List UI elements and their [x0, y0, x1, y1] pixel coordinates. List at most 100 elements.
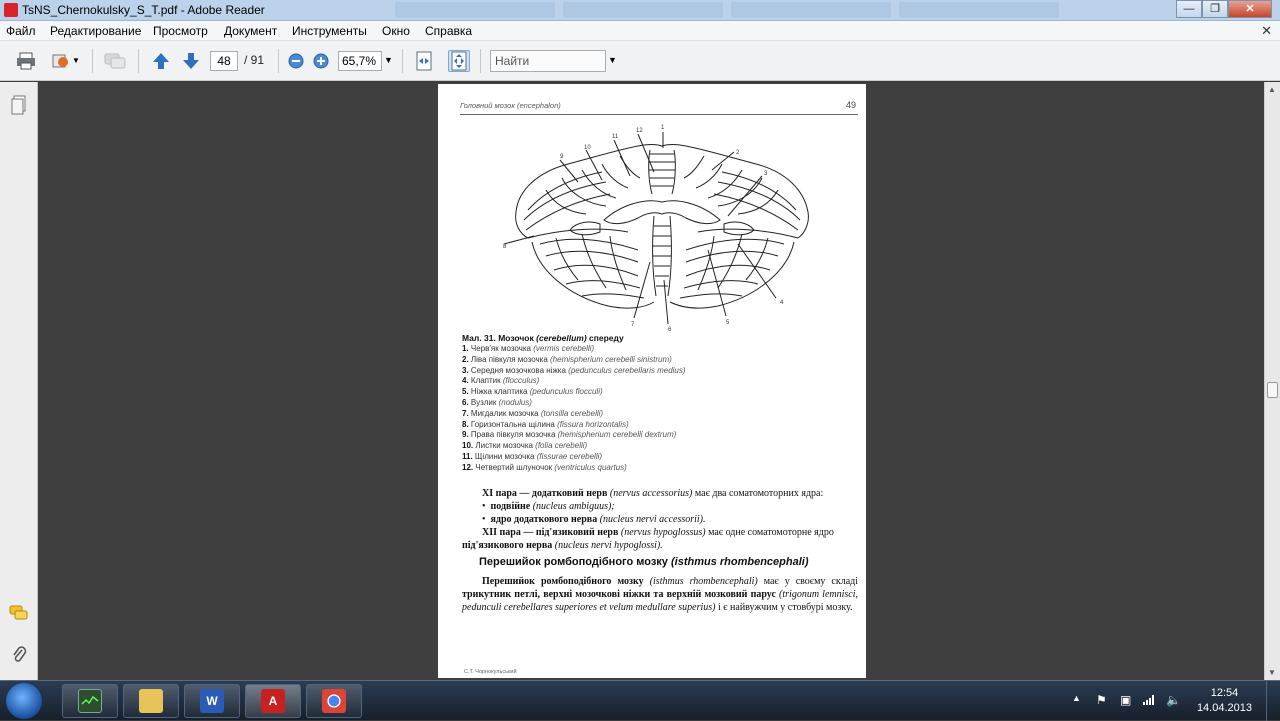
- figure-label-3: 3: [764, 171, 768, 177]
- menu-document[interactable]: Документ: [224, 24, 277, 38]
- page-number-input[interactable]: 48: [210, 51, 238, 71]
- tray-expand-icon[interactable]: ▲: [1072, 693, 1081, 703]
- taskbar-explorer[interactable]: [123, 684, 179, 718]
- clock-time: 12:54: [1210, 687, 1239, 699]
- paragraph-isthmus: Перешийок ромбоподібного мозку (isthmus …: [462, 576, 859, 613]
- bullet-item: • подвійне (nucleus ambiguus);: [482, 501, 615, 512]
- taskbar-adobe-reader[interactable]: A: [245, 684, 301, 718]
- figure-label-9: 9: [560, 154, 564, 160]
- print-icon[interactable]: [15, 50, 37, 72]
- share-icon[interactable]: [50, 50, 72, 72]
- section-heading: Перешийок ромбоподібного мозку (isthmus …: [479, 556, 809, 568]
- figure-label-7: 7: [631, 322, 635, 328]
- page-footer: С.Т. Чорнокульський: [464, 669, 517, 675]
- device-icon[interactable]: ▣: [1120, 693, 1131, 707]
- zoom-out-icon[interactable]: [285, 50, 307, 72]
- scroll-down-icon[interactable]: ▼: [1268, 668, 1276, 677]
- adobe-reader-icon: A: [261, 689, 285, 713]
- menu-bar: Файл Редактирование Просмотр Документ Ин…: [0, 21, 1280, 41]
- comment-icon: [104, 50, 126, 72]
- toolbar: ▼ 48 / 91 65,7% ▼ Найти ▼: [0, 41, 1280, 81]
- navigation-pane: [0, 82, 38, 680]
- menu-window[interactable]: Окно: [382, 24, 410, 38]
- legend-item: 2. Ліва півкуля мозочка (hemispherium ce…: [462, 354, 672, 364]
- total-pages: / 91: [244, 53, 265, 67]
- taskbar-chrome[interactable]: [306, 684, 362, 718]
- scroll-up-icon[interactable]: ▲: [1268, 85, 1276, 94]
- page-number: 49: [845, 100, 856, 110]
- action-center-icon[interactable]: ⚑: [1096, 693, 1107, 707]
- menu-file[interactable]: Файл: [6, 24, 36, 38]
- figure-label-11: 11: [612, 134, 619, 140]
- close-button[interactable]: ✕: [1228, 0, 1272, 18]
- chrome-icon: [322, 689, 346, 713]
- find-input[interactable]: Найти: [490, 50, 606, 72]
- figure-label-4: 4: [780, 300, 784, 306]
- close-document-button[interactable]: ✕: [1261, 23, 1272, 39]
- figure-label-5: 5: [726, 320, 730, 326]
- legend-item: 8. Горизонтальна щілина (fissura horizon…: [462, 419, 629, 429]
- maximize-button[interactable]: ❐: [1202, 0, 1228, 18]
- paragraph-xii-nerve: XII пара — під'язиковий нерв (nervus hyp…: [462, 527, 834, 551]
- system-clock[interactable]: 12:54 14.04.2013: [1197, 686, 1252, 716]
- header-rule: [460, 114, 858, 115]
- pdf-page: Головний мозок (encephalon) 49 1 2 3 4 5…: [438, 84, 866, 678]
- volume-icon[interactable]: 🔈: [1166, 693, 1181, 707]
- windows-taskbar: W A ▲ ⚑ ▣ 🔈 12:54 14.04.2013: [0, 680, 1280, 721]
- legend-item: 1. Черв'як мозочка (vermis cerebelli): [462, 344, 595, 353]
- adobe-reader-icon: [4, 3, 18, 17]
- legend-item: 11. Щілини мозочка (fissurae cerebelli): [462, 451, 603, 461]
- figure-label-8: 8: [503, 244, 507, 250]
- figure-caption: Мал. 31. Мозочок (cerebellum) спереду: [462, 333, 624, 343]
- cerebellum-illustration: 1 2 3 4 5 6 7 8 9 10 11 12: [503, 125, 809, 332]
- minimize-button[interactable]: —: [1176, 0, 1202, 18]
- running-header: Головний мозок (encephalon): [460, 101, 561, 110]
- word-icon: W: [200, 689, 224, 713]
- fit-width-icon[interactable]: [413, 50, 435, 72]
- figure-label-12: 12: [636, 128, 643, 134]
- vertical-scrollbar[interactable]: ▲ ▼: [1264, 82, 1280, 680]
- background-windows: [395, 2, 1059, 18]
- folder-icon: [139, 689, 163, 713]
- scrollbar-thumb[interactable]: [1267, 382, 1278, 398]
- zoom-in-icon[interactable]: [310, 50, 332, 72]
- legend-item: 10. Листки мозочка (folia cerebelli): [462, 441, 588, 451]
- clock-date: 14.04.2013: [1196, 702, 1252, 714]
- menu-view[interactable]: Просмотр: [153, 24, 208, 38]
- network-signal-icon[interactable]: [1143, 693, 1157, 708]
- figure-label-10: 10: [584, 145, 591, 151]
- task-manager-icon: [78, 689, 102, 713]
- legend-item: 6. Вузлик (nodulus): [462, 397, 532, 407]
- paragraph-xi-nerve: XI пара — додатковий нерв (nervus access…: [482, 488, 824, 499]
- zoom-level-input[interactable]: 65,7%: [338, 51, 382, 71]
- menu-tools[interactable]: Инструменты: [292, 24, 367, 38]
- next-page-icon[interactable]: [180, 50, 202, 72]
- bullet-item: • ядро додаткового нерва (nucleus nervi …: [482, 514, 706, 525]
- taskbar-word[interactable]: W: [184, 684, 240, 718]
- legend-item: 12. Четвертий шлуночок (ventriculus quar…: [462, 462, 627, 472]
- legend-item: 5. Ніжка клаптика (pedunculus flocculi): [462, 387, 603, 397]
- find-dropdown-icon[interactable]: ▼: [608, 55, 617, 65]
- figure-label-2: 2: [736, 150, 740, 156]
- start-button[interactable]: [6, 683, 42, 719]
- fit-page-icon[interactable]: [448, 50, 470, 72]
- legend-item: 4. Клаптик (flocculus): [462, 376, 540, 386]
- comments-panel-icon[interactable]: [9, 602, 29, 624]
- window-title: TsNS_Chernokulsky_S_T.pdf - Adobe Reader: [22, 3, 265, 17]
- figure-legend: 1. Черв'як мозочка (vermis cerebelli) 2.…: [462, 344, 686, 474]
- legend-item: 7. Мигдалик мозочка (tonsilla cerebelli): [462, 408, 604, 418]
- attachments-paperclip-icon[interactable]: [9, 644, 29, 666]
- document-viewport[interactable]: Головний мозок (encephalon) 49 1 2 3 4 5…: [39, 82, 1264, 680]
- taskbar-task-manager[interactable]: [62, 684, 118, 718]
- figure-label-6: 6: [668, 327, 672, 332]
- pages-panel-icon[interactable]: [9, 94, 29, 116]
- legend-item: 3. Середня мозочкова ніжка (pedunculus c…: [462, 365, 686, 375]
- title-bar: TsNS_Chernokulsky_S_T.pdf - Adobe Reader…: [0, 0, 1280, 21]
- zoom-dropdown-icon[interactable]: ▼: [384, 55, 393, 65]
- previous-page-icon[interactable]: [150, 50, 172, 72]
- legend-item: 9. Права півкуля мозочка (hemispherium c…: [462, 430, 677, 440]
- menu-help[interactable]: Справка: [425, 24, 472, 38]
- menu-edit[interactable]: Редактирование: [50, 24, 141, 38]
- share-dropdown-icon[interactable]: ▼: [72, 56, 80, 78]
- show-desktop-button[interactable]: [1266, 681, 1280, 721]
